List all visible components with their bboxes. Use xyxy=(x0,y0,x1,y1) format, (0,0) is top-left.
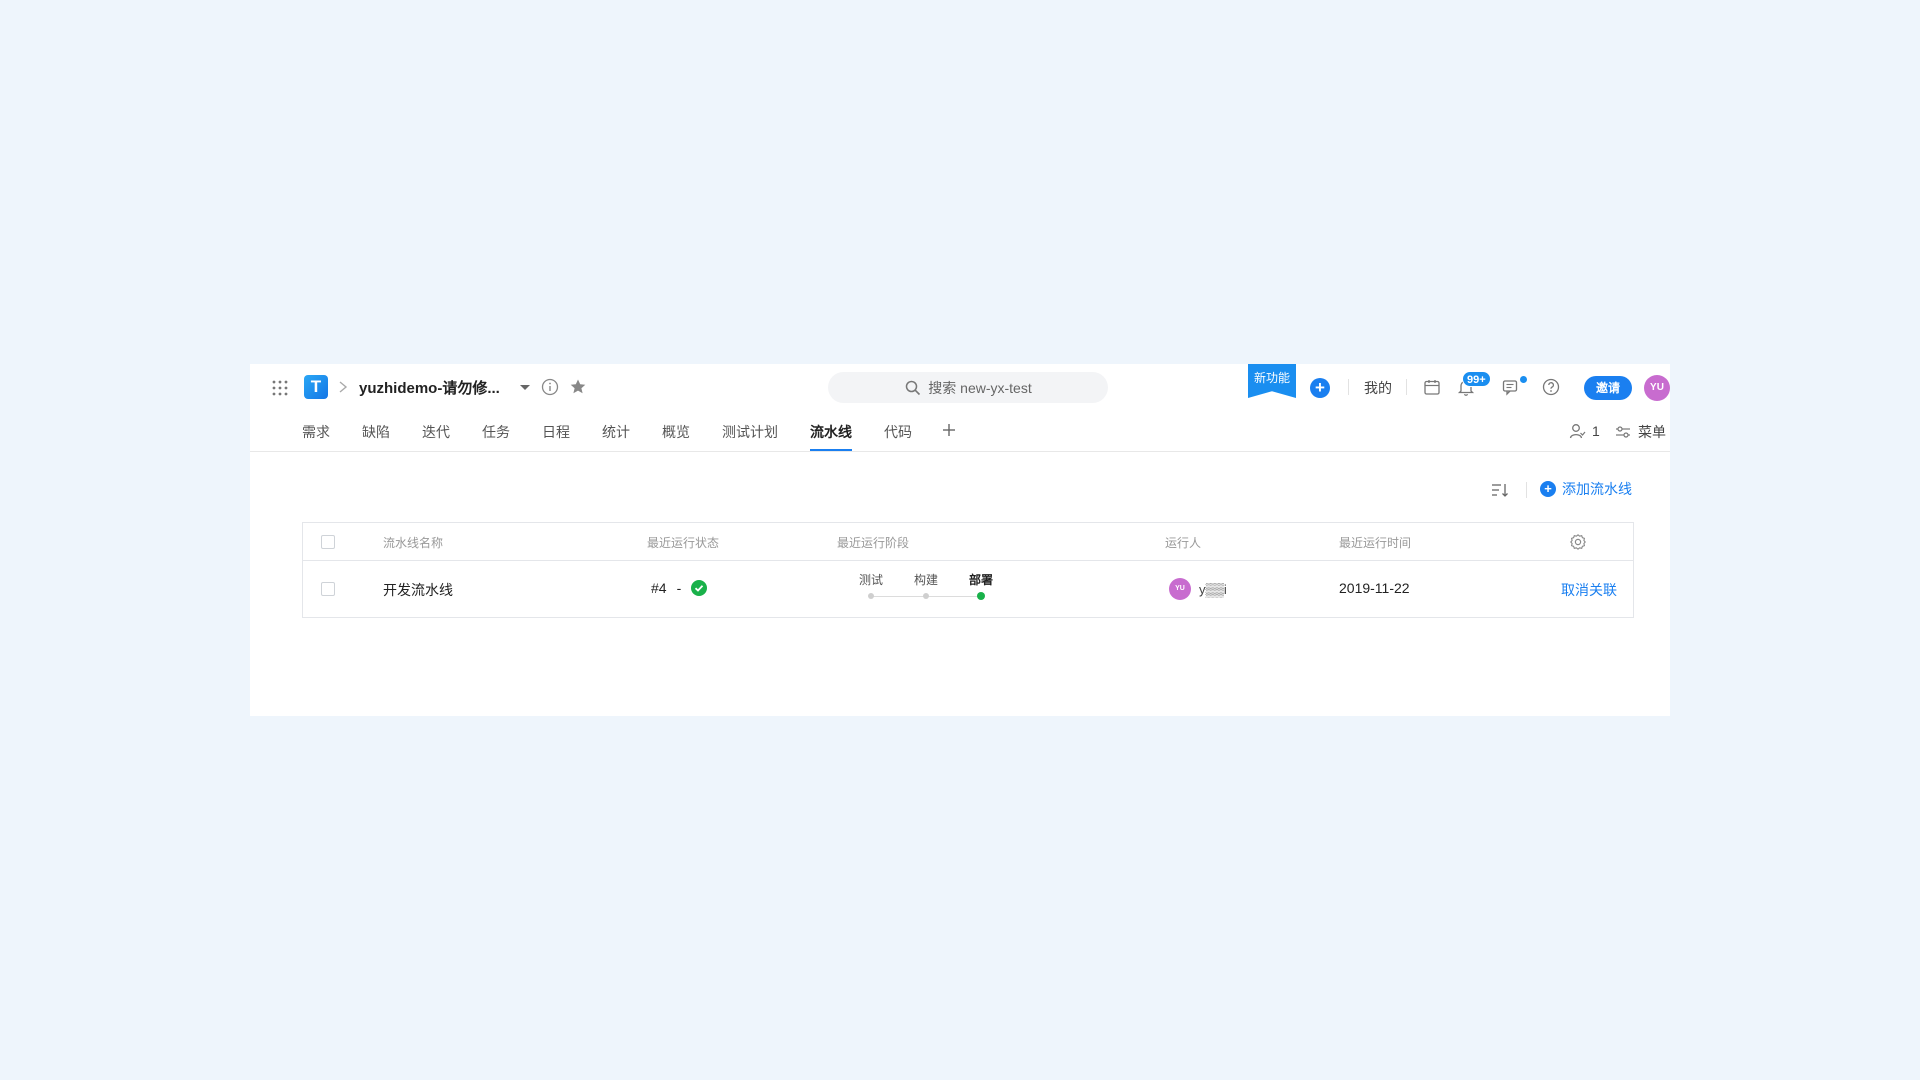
app-window: T yuzhidemo-请勿修... 搜索 new-yx-test 新功能 + … xyxy=(250,364,1670,716)
menu-label: 菜单 xyxy=(1638,424,1666,440)
invite-button[interactable]: 邀请 xyxy=(1584,376,1632,400)
tab-requirements[interactable]: 需求 xyxy=(302,422,330,442)
star-icon[interactable] xyxy=(568,377,588,397)
apps-grid-icon[interactable] xyxy=(270,378,290,398)
active-tab-indicator xyxy=(810,449,852,451)
column-header-time: 最近运行时间 xyxy=(1339,536,1412,550)
notification-badge: 99+ xyxy=(1462,371,1491,387)
add-pipeline-button[interactable]: + 添加流水线 xyxy=(1540,479,1632,499)
sort-icon[interactable] xyxy=(1490,480,1510,500)
sliders-icon xyxy=(1616,426,1630,438)
stage-dot xyxy=(923,593,929,599)
gear-icon[interactable] xyxy=(1569,533,1587,551)
stage-dot-current xyxy=(977,592,985,600)
tab-statistics[interactable]: 统计 xyxy=(602,422,630,442)
tab-defects[interactable]: 缺陷 xyxy=(362,422,390,442)
top-bar: T yuzhidemo-请勿修... 搜索 new-yx-test 新功能 + … xyxy=(250,364,1670,412)
tab-bar: 需求 缺陷 迭代 任务 日程 统计 概览 测试计划 流水线 代码 1 菜单 xyxy=(250,412,1670,452)
tab-iterations[interactable]: 迭代 xyxy=(422,422,450,442)
tab-test-plan[interactable]: 测试计划 xyxy=(722,422,778,442)
create-button[interactable]: + xyxy=(1310,378,1330,398)
pipeline-name[interactable]: 开发流水线 xyxy=(383,580,453,600)
stage-dot xyxy=(868,593,874,599)
divider xyxy=(1526,482,1527,498)
message-icon[interactable] xyxy=(1500,377,1520,397)
run-separator: - xyxy=(676,580,682,596)
pipeline-table: 流水线名称 最近运行状态 最近运行阶段 运行人 最近运行时间 开发流水线 #4 … xyxy=(302,522,1634,618)
member-count: 1 xyxy=(1592,423,1600,439)
app-logo[interactable]: T xyxy=(304,375,328,399)
unread-dot xyxy=(1520,376,1527,383)
caret-down-icon[interactable] xyxy=(516,378,534,396)
search-icon xyxy=(906,380,921,395)
tab-pipeline[interactable]: 流水线 xyxy=(810,422,852,442)
search-placeholder: 搜索 new-yx-test xyxy=(928,379,1032,396)
tab-overview[interactable]: 概览 xyxy=(662,422,690,442)
table-header: 流水线名称 最近运行状态 最近运行阶段 运行人 最近运行时间 xyxy=(303,523,1633,561)
stage-connector xyxy=(871,596,926,597)
mine-link[interactable]: 我的 xyxy=(1364,378,1392,398)
select-all-checkbox[interactable] xyxy=(321,535,335,549)
runner: YU y▒▒i xyxy=(1169,578,1227,600)
stage-label: 部署 xyxy=(968,573,994,587)
search-input[interactable]: 搜索 new-yx-test xyxy=(828,372,1108,403)
tab-schedule[interactable]: 日程 xyxy=(542,422,570,442)
last-run-time: 2019-11-22 xyxy=(1339,580,1410,596)
tab-tasks[interactable]: 任务 xyxy=(482,422,510,442)
info-icon[interactable] xyxy=(540,377,560,397)
stage-connector xyxy=(926,596,981,597)
success-check-icon xyxy=(691,580,708,596)
column-header-runner: 运行人 xyxy=(1165,536,1202,550)
column-header-name: 流水线名称 xyxy=(383,536,444,550)
column-header-stage: 最近运行阶段 xyxy=(837,536,910,550)
runner-avatar: YU xyxy=(1169,578,1191,600)
breadcrumb-chevron-icon xyxy=(339,381,348,393)
user-icon xyxy=(1569,424,1586,439)
stage-label: 构建 xyxy=(913,573,939,587)
tab-code[interactable]: 代码 xyxy=(884,422,912,442)
calendar-icon[interactable] xyxy=(1422,377,1442,397)
divider xyxy=(1406,379,1407,395)
add-pipeline-label: 添加流水线 xyxy=(1562,481,1632,497)
user-avatar[interactable]: YU xyxy=(1644,375,1670,401)
project-name[interactable]: yuzhidemo-请勿修... xyxy=(359,377,500,398)
unlink-button[interactable]: 取消关联 xyxy=(1561,580,1617,600)
run-status[interactable]: #4 - xyxy=(651,580,708,596)
run-number: #4 xyxy=(651,580,667,596)
new-feature-ribbon[interactable]: 新功能 xyxy=(1248,364,1296,398)
stage-label: 测试 xyxy=(858,573,884,587)
table-row[interactable]: 开发流水线 #4 - 测试 构建 部署 YU y▒▒i 2019-11-22 取消关… xyxy=(303,561,1633,618)
divider xyxy=(1348,379,1349,395)
runner-name: y▒▒i xyxy=(1199,581,1227,597)
help-icon[interactable] xyxy=(1541,377,1561,397)
add-tab-icon[interactable] xyxy=(940,421,958,439)
menu-button[interactable]: 菜单 xyxy=(1614,422,1666,442)
column-header-status: 最近运行状态 xyxy=(647,536,720,550)
row-checkbox[interactable] xyxy=(321,582,335,596)
plus-circle-icon: + xyxy=(1540,481,1556,497)
stage-progress[interactable]: 测试 构建 部署 xyxy=(851,571,1001,607)
members-button[interactable]: 1 xyxy=(1568,422,1600,440)
